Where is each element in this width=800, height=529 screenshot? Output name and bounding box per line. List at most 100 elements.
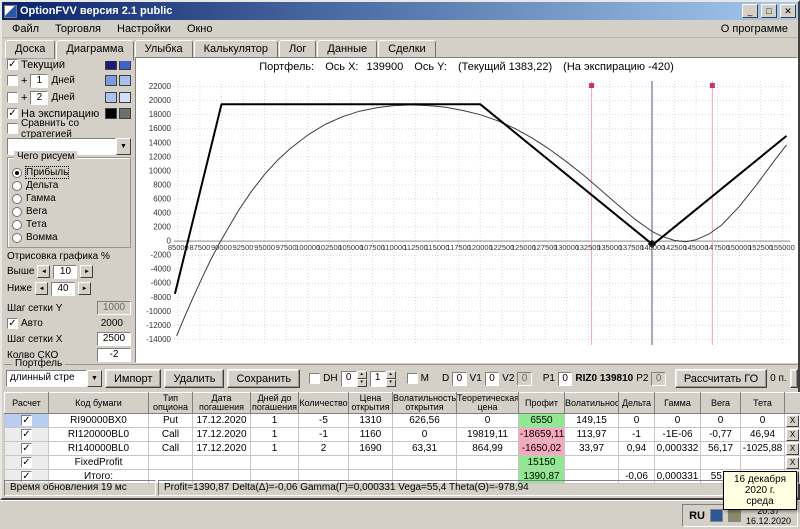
draw-option-vega[interactable]: Вега [12,205,126,218]
close-button[interactable]: ✕ [780,4,796,18]
above-increment-button[interactable]: ► [80,265,94,278]
grid-step-x-value[interactable]: 2500 [97,332,131,346]
menu-item-file[interactable]: Файл [4,21,47,37]
draw-option-profit[interactable]: Прибыль [12,166,126,179]
sko-count-value[interactable]: -2 [97,348,131,362]
menu-item-trade[interactable]: Торговля [47,21,109,37]
col-header[interactable]: Дней до погашения [250,392,299,414]
dh-value-2[interactable]: 1 [369,370,386,387]
chart-svg[interactable]: 85000 87500 90000 92500 95000 975001000001025… [138,75,797,357]
below-increment-button[interactable]: ► [78,282,92,295]
chevron-down-icon[interactable]: ▼ [87,370,102,387]
status-update-time: Время обновления 19 мс [4,480,156,496]
tray-icon-2[interactable] [727,509,741,522]
expiration-checkbox[interactable] [7,108,18,119]
d-value[interactable]: 0 [452,371,467,386]
m-checkbox[interactable] [406,373,418,384]
plus-days-1-swatch-1[interactable] [105,75,117,86]
radio-icon [12,232,22,243]
row-checkbox[interactable] [21,443,32,454]
col-header[interactable]: Код бумаги [48,392,149,414]
v2-value[interactable]: 0 [517,371,532,386]
above-decrement-button[interactable]: ◄ [37,265,51,278]
grip-button[interactable] [789,369,798,388]
dh-value-1[interactable]: 0 [340,370,357,387]
plus-days-1-checkbox[interactable] [7,75,18,86]
above-value[interactable]: 10 [53,264,78,279]
spin-up-icon[interactable]: ▴ [356,370,367,379]
row-delete-cell[interactable]: X [784,441,800,456]
save-button[interactable]: Сохранить [227,369,301,388]
taskbar[interactable]: RU 20:37 16.12.2020 [0,500,800,529]
delete-row-button[interactable]: X [786,428,799,441]
menu-item-settings[interactable]: Настройки [109,21,179,37]
calc-margin-button[interactable]: Рассчитать ГО [674,369,768,388]
col-header[interactable]: Дата погашения [192,392,251,414]
below-value[interactable]: 40 [51,281,76,296]
row-check-cell[interactable] [4,455,49,470]
spin-down-icon[interactable]: ▾ [385,378,396,387]
col-header[interactable]: Профит [518,392,565,414]
cell: 864,99 [456,441,519,456]
dh-label: DH [323,373,338,384]
plus-days-1-swatch-2[interactable] [119,75,131,86]
delete-row-button[interactable]: X [786,456,799,469]
row-check-cell[interactable] [4,441,49,456]
v1-value[interactable]: 0 [484,371,500,386]
col-header[interactable]: Тета [740,392,785,414]
menu-item-window[interactable]: Окно [179,21,221,37]
row-check-cell[interactable] [4,413,49,428]
compare-strategy-checkbox[interactable] [7,123,18,134]
date-tooltip: 16 декабря 2020 г. среда [723,471,797,510]
col-header[interactable]: Гамма [654,392,701,414]
p2-value[interactable]: 0 [651,371,666,386]
tray-icon-1[interactable] [709,509,723,522]
title-bar[interactable]: OptionFVV версия 2.1 public _ □ ✕ [2,2,798,20]
plus-days-2-checkbox[interactable] [7,92,18,103]
row-delete-cell[interactable]: X [784,413,800,428]
dh-checkbox[interactable] [309,373,321,384]
maximize-button[interactable]: □ [761,4,777,18]
col-header[interactable]: Волатильность [564,392,619,414]
plus-days-2-value[interactable]: 2 [30,90,49,105]
p1-value[interactable]: 0 [558,371,573,386]
delete-row-button[interactable]: X [786,442,799,455]
plus-days-2-swatch-2[interactable] [119,92,131,103]
spin-up-icon[interactable]: ▴ [385,370,396,379]
delete-button[interactable]: Удалить [164,369,225,388]
draw-option-vomma[interactable]: Вомма [12,231,126,244]
row-checkbox[interactable] [21,415,32,426]
menu-item-about[interactable]: О программе [713,21,796,37]
strategy-combobox[interactable]: длинный стре ▼ [6,370,102,387]
plus-days-1-value[interactable]: 1 [30,73,49,88]
spin-down-icon[interactable]: ▾ [356,378,367,387]
minimize-button[interactable]: _ [742,4,758,18]
import-button[interactable]: Импорт [105,369,162,388]
col-header[interactable]: Количество [298,392,349,414]
row-delete-cell[interactable]: X [784,427,800,442]
row-checkbox[interactable] [21,457,32,468]
row-checkbox[interactable] [21,429,32,440]
draw-option-theta[interactable]: Тета [12,218,126,231]
below-decrement-button[interactable]: ◄ [35,282,49,295]
row-check-cell[interactable] [4,427,49,442]
col-header[interactable]: Дельта [618,392,655,414]
draw-option-delta[interactable]: Дельта [12,179,126,192]
draw-option-gamma[interactable]: Гамма [12,192,126,205]
chevron-down-icon[interactable]: ▼ [116,138,131,155]
col-header[interactable]: Тип опциона [148,392,193,414]
current-checkbox[interactable] [7,59,18,70]
language-indicator[interactable]: RU [689,510,705,522]
auto-checkbox[interactable] [7,318,18,329]
plus-days-2-swatch-1[interactable] [105,92,117,103]
col-header[interactable]: Волатильность открытия [392,392,457,414]
col-header[interactable]: Цена открытия [348,392,393,414]
y-tick-label: -12000 [146,321,171,330]
row-delete-cell[interactable]: X [784,455,800,470]
col-header[interactable]: Вега [700,392,741,414]
grid-step-y-value[interactable]: 1000 [97,301,131,315]
tab-diagram[interactable]: Диаграмма [56,40,134,61]
col-header[interactable]: Расчет [4,392,49,414]
delete-row-button[interactable]: X [786,414,799,427]
col-header[interactable]: Теоретическая цена [456,392,519,414]
